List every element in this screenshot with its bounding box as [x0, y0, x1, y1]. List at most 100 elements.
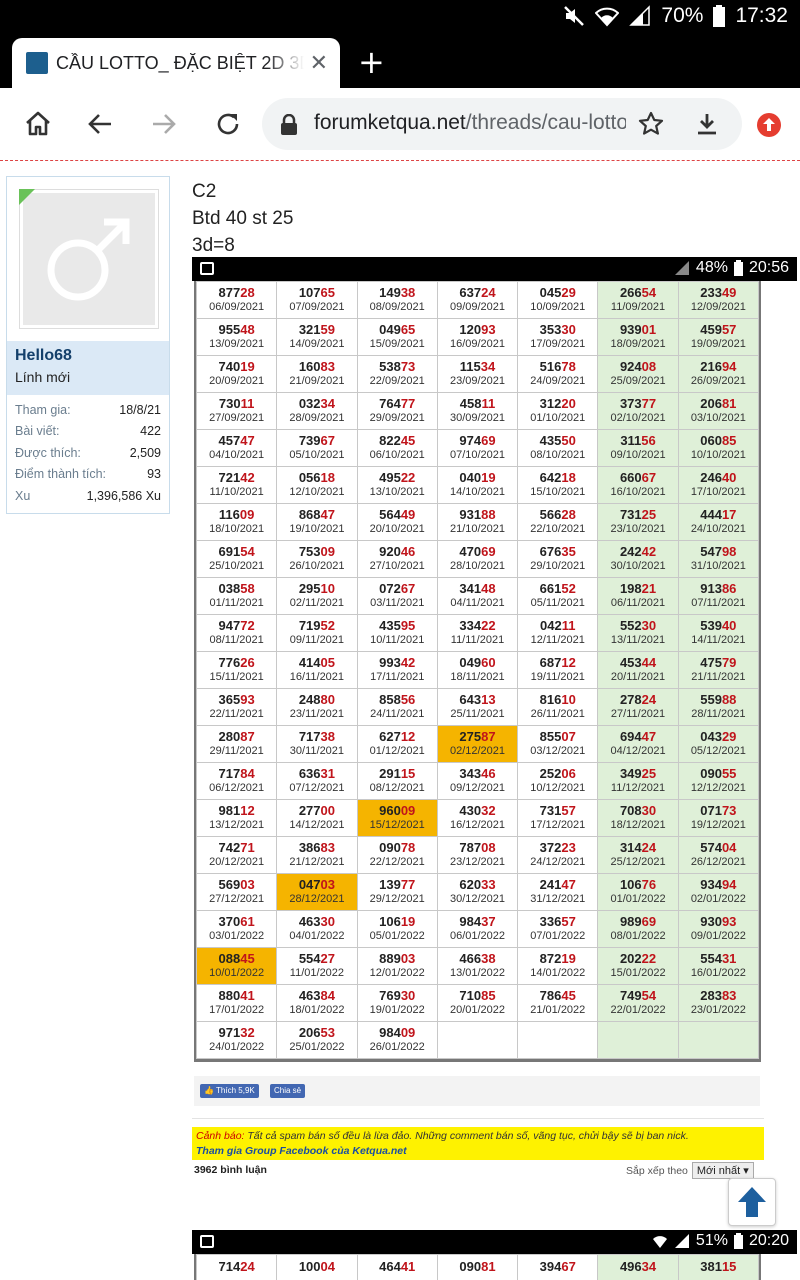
result-number: 41405	[298, 655, 335, 670]
back-arrow-icon[interactable]	[82, 106, 118, 142]
embedded-status-bar: 51% 20:20	[192, 1230, 797, 1254]
result-cell: 28383 23/01/2022	[677, 984, 760, 1022]
result-cell: 46384 18/01/2022	[276, 984, 358, 1022]
battery-icon	[713, 5, 726, 27]
download-icon[interactable]	[694, 111, 720, 137]
result-number: 45811	[459, 396, 496, 411]
result-date: 06/10/2021	[369, 449, 425, 461]
forward-arrow-icon[interactable]	[146, 106, 182, 142]
result-number: 64218	[539, 470, 576, 485]
embedded-screenshot[interactable]: 51% 20:20 71424 10004 46441 09081 39467 49634…	[192, 1230, 797, 1280]
result-date: 06/12/2021	[209, 782, 265, 794]
close-tab-icon[interactable]: ✕	[310, 51, 328, 76]
result-date: 03/11/2021	[370, 597, 425, 609]
reload-icon[interactable]	[210, 106, 246, 142]
username[interactable]: Hello68	[15, 347, 161, 365]
result-number: 09081	[459, 1259, 496, 1274]
result-date: 26/09/2021	[690, 375, 746, 387]
signal-icon	[674, 1234, 689, 1248]
result-date: 30/09/2021	[449, 412, 506, 424]
result-cell: 71952 09/11/2021	[276, 614, 358, 652]
result-date: 11/11/2021	[450, 634, 505, 646]
sort-select[interactable]: Mới nhất ▾	[691, 1162, 754, 1179]
url-text[interactable]: forumketqua.net/threads/cau-lotto	[314, 111, 626, 135]
star-icon[interactable]	[638, 111, 664, 137]
result-cell: 04965 15/09/2021	[356, 318, 438, 356]
result-date: 16/12/2021	[449, 819, 506, 831]
result-date: 25/01/2022	[289, 1041, 345, 1053]
table-row: 69154 25/10/2021 75309 26/10/2021 92046 27/10…	[195, 540, 760, 578]
result-cell: 31156 09/10/2021	[597, 429, 679, 467]
address-bar[interactable]: forumketqua.net/threads/cau-lotto	[262, 98, 742, 150]
result-date: 12/09/2021	[690, 301, 746, 313]
divider	[192, 1118, 764, 1119]
result-cell: 43595 10/11/2021	[356, 614, 438, 652]
result-cell: 27824 27/11/2021	[597, 688, 679, 726]
result-cell: 99342 17/11/2021	[356, 651, 438, 689]
url-domain: forumketqua.net	[314, 111, 466, 134]
comment-count: 3962 bình luận	[194, 1164, 267, 1176]
result-date: 02/11/2021	[289, 597, 345, 609]
result-date: 21/11/2021	[691, 671, 746, 683]
facebook-like-button[interactable]: 👍 Thích 5,9K	[200, 1084, 259, 1098]
result-date: 19/10/2021	[289, 523, 345, 535]
result-number: 04019	[459, 470, 496, 485]
result-date: 04/10/2021	[209, 449, 265, 461]
result-cell: 51678 24/09/2021	[517, 355, 599, 393]
result-number: 47579	[700, 655, 737, 670]
result-cell: 09078 22/12/2021	[356, 836, 438, 874]
result-cell: 45344 20/11/2021	[597, 651, 679, 689]
result-cell: 11609 18/10/2021	[195, 503, 278, 541]
result-date: 17/09/2021	[530, 338, 586, 350]
result-date: 14/11/2021	[691, 634, 746, 646]
result-cell: 29115 08/12/2021	[356, 762, 438, 800]
results-table: 71424 10004 46441 09081 39467 49634 38115	[195, 1254, 760, 1280]
result-number: 92046	[379, 544, 416, 559]
result-number: 27587	[459, 729, 496, 744]
new-tab-icon[interactable]: +	[358, 44, 385, 80]
embedded-screenshot[interactable]: 48% 20:56 87728 06/09/2021 10765 07/09/2021…	[192, 257, 797, 1062]
result-number: 78645	[539, 988, 576, 1003]
result-cell: 35330 17/09/2021	[517, 318, 599, 356]
result-number: 03234	[298, 396, 335, 411]
result-date: 31/10/2021	[690, 560, 746, 572]
avatar[interactable]	[19, 189, 159, 329]
result-number: 55431	[700, 951, 737, 966]
result-cell: 43550 08/10/2021	[517, 429, 599, 467]
result-date: 12/12/2021	[690, 782, 746, 794]
result-cell: 87728 06/09/2021	[195, 281, 278, 319]
result-number: 37061	[218, 914, 255, 929]
update-icon[interactable]	[756, 112, 782, 138]
result-date: 27/11/2021	[610, 708, 666, 720]
browser-tab[interactable]: CẦU LOTTO_ ĐẶC BIỆT 2D 3D ✕	[12, 38, 340, 88]
result-cell: 46330 04/01/2022	[276, 910, 358, 948]
result-number: 12093	[459, 322, 496, 337]
result-number: 97132	[218, 1025, 255, 1040]
result-number: 93901	[619, 322, 657, 337]
result-date: 28/12/2021	[289, 893, 345, 905]
facebook-group-link[interactable]: Tham gia Group Facebook của Ketqua.net	[196, 1144, 760, 1159]
result-cell: 86847 19/10/2021	[276, 503, 358, 541]
result-cell: 66067 16/10/2021	[597, 466, 679, 504]
home-icon[interactable]	[20, 106, 56, 142]
result-cell: 26654 11/09/2021	[597, 281, 679, 319]
result-cell: 47579 21/11/2021	[677, 651, 760, 689]
scroll-to-top-button[interactable]	[728, 1178, 776, 1226]
result-cell: 74019 20/09/2021	[195, 355, 278, 393]
facebook-share-button[interactable]: Chia sẻ	[270, 1084, 306, 1098]
result-number: 24147	[539, 877, 576, 892]
result-date: 25/10/2021	[209, 560, 265, 572]
result-cell: 64313 25/11/2021	[436, 688, 519, 726]
result-number: 55988	[700, 692, 737, 707]
result-cell: 16083 21/09/2021	[276, 355, 358, 393]
result-number: 71784	[218, 766, 255, 781]
result-number: 29510	[298, 581, 335, 596]
result-cell: 55427 11/01/2022	[276, 947, 358, 985]
result-number: 98112	[218, 803, 255, 818]
result-cell: 55431 16/01/2022	[677, 947, 760, 985]
result-number: 27824	[619, 692, 657, 707]
result-cell: 56628 22/10/2021	[517, 503, 599, 541]
result-date: 03/12/2021	[530, 745, 586, 757]
result-cell: 45747 04/10/2021	[195, 429, 278, 467]
user-header: Hello68 Lính mới	[7, 341, 169, 395]
